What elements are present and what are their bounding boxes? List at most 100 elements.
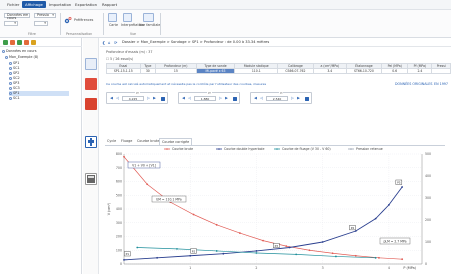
test-count-checkbox[interactable]: ☐ 5 / 26 essai(s) [106, 57, 133, 61]
tree-root[interactable]: Données en cours [2, 49, 37, 54]
table-row[interactable]: SP1-15-1.15 30 15 Mi-pavé x 63 110.1 CS6… [106, 68, 451, 74]
y-tick-label: 700 [116, 166, 122, 170]
data-point [378, 256, 380, 259]
lock-icon[interactable] [161, 97, 165, 101]
arrow-right-icon[interactable]: ▷ [218, 96, 223, 101]
family-view-icon[interactable] [143, 13, 154, 22]
depth-label: Profondeur d'essais (m) : 37 [106, 50, 153, 54]
menu-item-fichier[interactable]: Fichier [4, 1, 22, 8]
arrow-left-icon[interactable]: ◀ [253, 96, 258, 101]
tree-project[interactable]: Mon_Exemple (8) [5, 55, 38, 60]
table-cell[interactable] [431, 68, 451, 74]
arrow-right-icon[interactable]: ▷ [290, 96, 295, 101]
y-axis-label: V (cm³) [107, 202, 111, 215]
pf1-input[interactable]: 4.225 [122, 96, 144, 101]
pressure-volume-chart: 0 100 200 300 400 500 600 700 800 0 100 200 300 400 50… [104, 146, 451, 274]
add-icon[interactable] [3, 40, 8, 45]
legend-label: Pression retenue [356, 147, 383, 151]
table-cell[interactable]: 15 [155, 68, 197, 74]
interpretation-view-icon[interactable] [123, 13, 132, 22]
table-cell[interactable]: 2.4 [407, 68, 433, 74]
legend-marker [166, 148, 168, 150]
data-point [331, 252, 334, 255]
vue-familiale-button[interactable]: Vue familiale [139, 23, 160, 27]
tab-cycle[interactable]: Cycle [105, 138, 118, 145]
table-cell[interactable]: CS66-07-762 [277, 68, 314, 74]
tab-courbe-corrigee[interactable]: Courbe corrigée [159, 138, 193, 145]
secondary-filter-dropdown[interactable] [4, 21, 18, 26]
arrow-left-icon[interactable]: ◀ [109, 96, 114, 101]
data-point [401, 258, 404, 261]
arrow-right-icon[interactable]: ▶ [296, 96, 301, 101]
arrow-right-icon[interactable]: ▶ [224, 96, 229, 101]
y-tick-label: 200 [116, 235, 122, 239]
pressiometre-icon[interactable] [85, 136, 97, 148]
arrow-left-icon[interactable]: ◁ [187, 96, 192, 101]
data-point [285, 245, 288, 248]
data-point [156, 256, 159, 259]
lock-icon[interactable] [305, 97, 309, 101]
tab-fluage[interactable]: Fluage [119, 138, 134, 145]
tab-courbe-brute[interactable]: Courbe brute [135, 138, 161, 145]
control-group-pl: Pl ◀ ◁ 2.540 ▷ ▶ [250, 91, 312, 104]
menu-item-affichage[interactable]: Affichage [22, 1, 46, 8]
data-filter-dropdown[interactable]: Données en cours [4, 13, 30, 20]
ribbon-group-personnalisation-label: Personnalisation [66, 32, 93, 36]
recalc-note: Ce courbe est calculé automatiquement et… [106, 82, 267, 86]
table-cell[interactable]: SP1-15-1.15 [106, 68, 141, 74]
data-point [192, 213, 195, 216]
data-point [295, 253, 298, 256]
test-type-dropdown[interactable]: Pressio [34, 13, 56, 18]
data-point [288, 246, 291, 249]
menu-item-rapport[interactable]: Rapport [99, 1, 120, 8]
delete-icon[interactable] [10, 40, 15, 45]
x-axis-label: P (MPa) [403, 266, 416, 270]
export-icon[interactable] [24, 40, 29, 45]
carottage-icon[interactable] [85, 98, 97, 110]
legend-label: Courbe brute [172, 147, 193, 151]
arrow-left-icon[interactable]: ◀ [181, 96, 186, 101]
calculator-icon[interactable] [85, 173, 97, 185]
filter-icon[interactable] [31, 40, 36, 45]
data-point [255, 252, 258, 254]
x-tick-label: 4 [388, 266, 390, 270]
home-icon[interactable]: ⌂ [108, 40, 111, 45]
refresh-icon[interactable]: ⟳ [114, 40, 117, 45]
pf2-input[interactable]: 1.880 [194, 96, 216, 101]
back-arrow-icon[interactable]: ❮ [102, 40, 105, 45]
arrow-left-icon[interactable]: ◁ [115, 96, 120, 101]
y-tick-label: 400 [116, 207, 122, 211]
penetrometre-icon[interactable] [85, 78, 97, 90]
table-cell[interactable]: 0.6 [380, 68, 409, 74]
tree-item[interactable]: SC1 [9, 96, 69, 101]
menu-item-importation[interactable]: Importation [46, 1, 74, 8]
carte-button[interactable]: Carte [109, 23, 118, 27]
table-cell[interactable]: 110.1 [234, 68, 279, 74]
lock-icon[interactable] [233, 97, 237, 101]
gear-icon[interactable] [64, 16, 72, 24]
import-icon[interactable] [17, 40, 22, 45]
pl-input[interactable]: 2.540 [266, 96, 288, 101]
legend-label: Courbe de fluage (V 30 - V 60) [282, 147, 331, 151]
table-cell-selected[interactable]: Mi-pavé x 63 [195, 68, 236, 74]
arrow-left-icon[interactable]: ◁ [259, 96, 264, 101]
borehole-icon [9, 86, 12, 90]
table-cell[interactable]: 3.4 [312, 68, 347, 74]
menu-item-exportation[interactable]: Exportation [72, 1, 100, 8]
app-window: Fichier Affichage Importation Exportatio… [0, 0, 451, 274]
tertiary-filter-dropdown[interactable] [34, 21, 48, 26]
data-point [123, 155, 125, 158]
sondage-icon[interactable] [85, 58, 97, 70]
preferences-button[interactable]: Préférences [74, 18, 93, 22]
y2-tick-label: 0 [425, 262, 427, 266]
arrow-right-icon[interactable]: ▷ [146, 96, 151, 101]
table-cell[interactable]: 30 [139, 68, 157, 74]
raw-data-link[interactable]: DONNÉES ORIGINALES [395, 82, 433, 86]
marker-label: P4 [351, 226, 355, 230]
map-view-icon[interactable] [108, 13, 117, 22]
arrow-right-icon[interactable]: ▶ [152, 96, 157, 101]
data-point [308, 249, 311, 252]
y2-tick-label: 400 [425, 174, 431, 178]
table-cell[interactable]: ST66-10-720 [345, 68, 382, 74]
norm-link[interactable]: EN 1997 [434, 82, 448, 86]
